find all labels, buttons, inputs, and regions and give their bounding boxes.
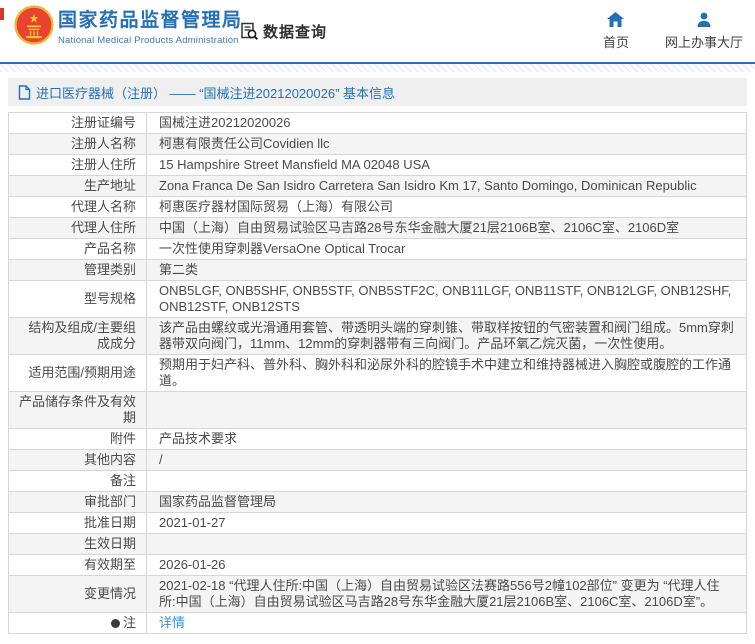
row-value: 该产品由螺纹或光滑通用套管、带透明头端的穿刺锥、带取样按钮的气密装置和阀门组成。… — [147, 318, 747, 355]
nav-item-label: 网上办事大厅 — [665, 32, 743, 51]
site-header: 国家药品监督管理局 National Medical Products Admi… — [0, 0, 755, 62]
row-label: 其他内容 — [9, 450, 147, 471]
table-row: 产品名称一次性使用穿刺器VersaOne Optical Trocar — [9, 239, 747, 260]
org-name-en: National Medical Products Administration — [58, 35, 243, 46]
data-query-button[interactable]: 数据查询 — [240, 21, 327, 42]
row-label: 代理人名称 — [9, 197, 147, 218]
table-row: 变更情况2021-02-18 “代理人住所:中国（上海）自由贸易试验区法赛路55… — [9, 576, 747, 613]
table-row: 批准日期2021-01-27 — [9, 513, 747, 534]
document-icon — [18, 85, 31, 100]
row-value — [147, 534, 747, 555]
row-label-text: 注 — [123, 615, 136, 630]
stripe-decoration — [0, 64, 755, 72]
breadcrumb-text: 进口医疗器械（注册） —— “国械注进20212020026” 基本信息 — [36, 83, 395, 102]
row-label: 注册人名称 — [9, 134, 147, 155]
row-label: 产品名称 — [9, 239, 147, 260]
note-icon — [111, 619, 120, 628]
row-value: 2021-02-18 “代理人住所:中国（上海）自由贸易试验区法赛路556号2幢… — [147, 576, 747, 613]
row-value: 第二类 — [147, 260, 747, 281]
table-row: 有效期至2026-01-26 — [9, 555, 747, 576]
row-value: 预期用于妇产科、普外科、胸外科和泌尿外科的腔镜手术中建立和维持器械进入胸腔或腹腔… — [147, 355, 747, 392]
row-value: ONB5LGF, ONB5SHF, ONB5STF, ONB5STF2C, ON… — [147, 281, 747, 318]
nav-item-label: 首页 — [603, 32, 629, 51]
row-label: 附件 — [9, 429, 147, 450]
row-label: 结构及组成/主要组成成分 — [9, 318, 147, 355]
home-icon — [607, 12, 624, 27]
page: 国家药品监督管理局 National Medical Products Admi… — [0, 0, 755, 644]
table-row: 附件产品技术要求 — [9, 429, 747, 450]
national-emblem-icon — [14, 5, 54, 45]
registration-info-table: 注册证编号国械注进20212020026 注册人名称柯惠有限责任公司Covidi… — [8, 112, 747, 634]
table-row: 生产地址Zona Franca De San Isidro Carretera … — [9, 176, 747, 197]
table-row: 产品储存条件及有效期 — [9, 392, 747, 429]
row-value: Zona Franca De San Isidro Carretera San … — [147, 176, 747, 197]
row-value — [147, 471, 747, 492]
row-value: 国械注进20212020026 — [147, 113, 747, 134]
row-label: 产品储存条件及有效期 — [9, 392, 147, 429]
edge-red-mark — [0, 8, 4, 20]
table-row: 代理人住所中国（上海）自由贸易试验区马吉路28号东华金融大厦21层2106B室、… — [9, 218, 747, 239]
detail-link[interactable]: 详情 — [159, 615, 185, 630]
row-label: 生产地址 — [9, 176, 147, 197]
row-value: / — [147, 450, 747, 471]
row-value: 柯惠医疗器材国际贸易（上海）有限公司 — [147, 197, 747, 218]
org-name-cn: 国家药品监督管理局 — [58, 10, 243, 32]
row-label: 适用范围/预期用途 — [9, 355, 147, 392]
nav-item-home[interactable]: 首页 — [603, 12, 629, 51]
row-value — [147, 392, 747, 429]
top-nav: 首页 网上办事大厅 — [603, 12, 743, 51]
row-label: 型号规格 — [9, 281, 147, 318]
breadcrumb: 进口医疗器械（注册） —— “国械注进20212020026” 基本信息 — [8, 78, 747, 106]
row-label: 变更情况 — [9, 576, 147, 613]
row-value: 国家药品监督管理局 — [147, 492, 747, 513]
row-value: 产品技术要求 — [147, 429, 747, 450]
table-row: 注册人名称柯惠有限责任公司Covidien llc — [9, 134, 747, 155]
data-query-label: 数据查询 — [263, 21, 327, 42]
table-row: 代理人名称柯惠医疗器材国际贸易（上海）有限公司 — [9, 197, 747, 218]
row-label: 备注 — [9, 471, 147, 492]
brand-block: 国家药品监督管理局 National Medical Products Admi… — [58, 10, 243, 46]
row-value: 柯惠有限责任公司Covidien llc — [147, 134, 747, 155]
row-label: 批准日期 — [9, 513, 147, 534]
national-emblem-logo[interactable] — [14, 5, 54, 45]
row-value: 中国（上海）自由贸易试验区马吉路28号东华金融大厦21层2106B室、2106C… — [147, 218, 747, 239]
row-label: 注册人住所 — [9, 155, 147, 176]
row-value: 2026-01-26 — [147, 555, 747, 576]
table-row: 结构及组成/主要组成成分该产品由螺纹或光滑通用套管、带透明头端的穿刺锥、带取样按… — [9, 318, 747, 355]
table-row: 注册人住所15 Hampshire Street Mansfield MA 02… — [9, 155, 747, 176]
row-label: 有效期至 — [9, 555, 147, 576]
nav-item-service-hall[interactable]: 网上办事大厅 — [665, 12, 743, 51]
row-value: 详情 — [147, 613, 747, 634]
table-row-note: 注 详情 — [9, 613, 747, 634]
row-label: 代理人住所 — [9, 218, 147, 239]
row-label: 生效日期 — [9, 534, 147, 555]
row-label: 管理类别 — [9, 260, 147, 281]
table-row: 其他内容/ — [9, 450, 747, 471]
row-value: 15 Hampshire Street Mansfield MA 02048 U… — [147, 155, 747, 176]
row-label: 注册证编号 — [9, 113, 147, 134]
table-row: 型号规格ONB5LGF, ONB5SHF, ONB5STF, ONB5STF2C… — [9, 281, 747, 318]
row-label: 审批部门 — [9, 492, 147, 513]
row-value: 2021-01-27 — [147, 513, 747, 534]
table-row: 备注 — [9, 471, 747, 492]
table-row: 审批部门国家药品监督管理局 — [9, 492, 747, 513]
table-row: 适用范围/预期用途预期用于妇产科、普外科、胸外科和泌尿外科的腔镜手术中建立和维持… — [9, 355, 747, 392]
row-value: 一次性使用穿刺器VersaOne Optical Trocar — [147, 239, 747, 260]
user-icon — [696, 12, 712, 27]
table-row: 管理类别第二类 — [9, 260, 747, 281]
document-search-icon — [240, 22, 259, 41]
row-label: 注 — [9, 613, 147, 634]
table-row: 生效日期 — [9, 534, 747, 555]
table-row: 注册证编号国械注进20212020026 — [9, 113, 747, 134]
